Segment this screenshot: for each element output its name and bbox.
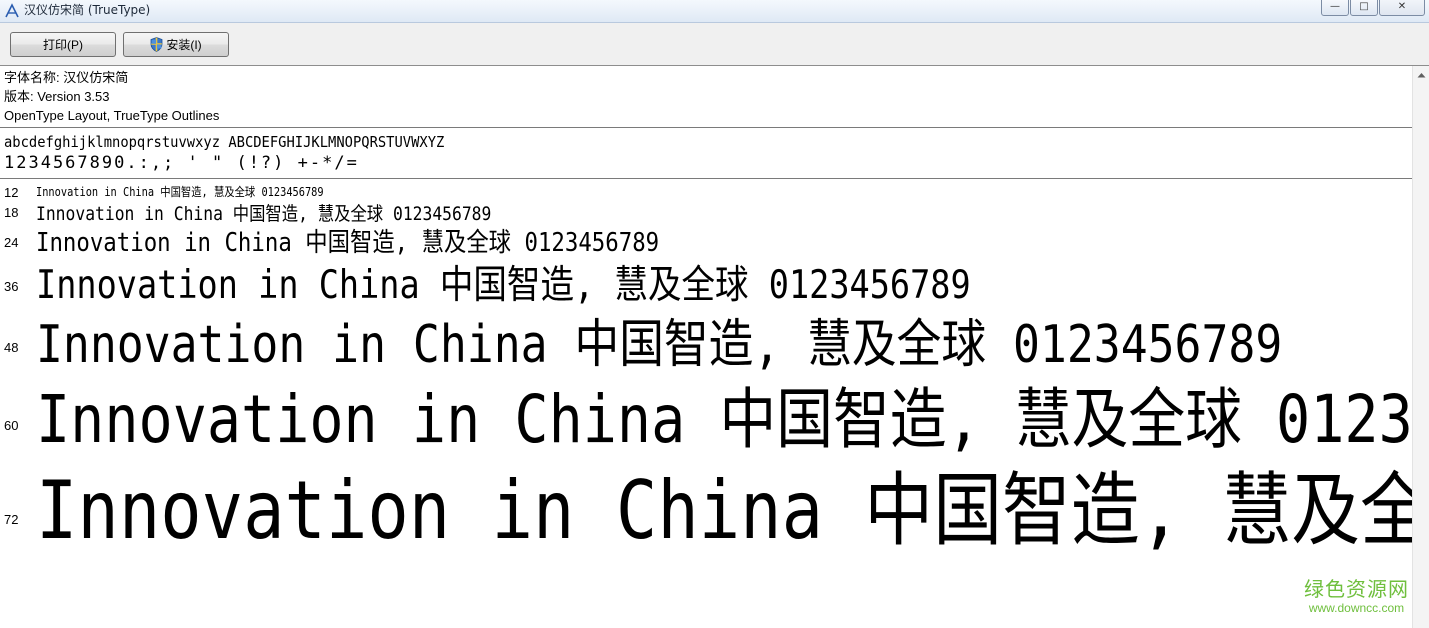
character-set: abcdefghijklmnopqrstuvwxyz ABCDEFGHIJKLM… bbox=[4, 132, 483, 174]
size-label: 72 bbox=[4, 512, 19, 527]
divider bbox=[0, 178, 1412, 179]
charset-letters: abcdefghijklmnopqrstuvwxyz ABCDEFGHIJKLM… bbox=[4, 133, 445, 151]
size-label: 60 bbox=[4, 418, 19, 433]
toolbar: 打印(P) 安装(I) bbox=[0, 23, 1429, 66]
font-preview-area: 字体名称: 汉仪仿宋简 版本: Version 3.53 OpenType La… bbox=[0, 66, 1412, 628]
sample-text: Innovation in China 中国智造, 慧及全球 012345678… bbox=[36, 185, 324, 199]
font-app-icon bbox=[5, 3, 19, 18]
charset-digits-punctuation: 1234567890.:,; ' " (!?) +-*/= bbox=[4, 153, 359, 173]
font-info: 字体名称: 汉仪仿宋简 版本: Version 3.53 OpenType La… bbox=[4, 68, 219, 125]
font-outline-line: OpenType Layout, TrueType Outlines bbox=[4, 108, 220, 123]
sample-row-18: 18 Innovation in China 中国智造, 慧及全球 012345… bbox=[0, 199, 1412, 225]
close-icon[interactable]: ✕ bbox=[1379, 0, 1425, 16]
minimize-icon[interactable]: — bbox=[1321, 0, 1349, 16]
print-button[interactable]: 打印(P) bbox=[10, 32, 116, 57]
title-bar[interactable]: 汉仪仿宋简 (TrueType) — □ ✕ bbox=[0, 0, 1429, 23]
font-version-line: 版本: Version 3.53 bbox=[4, 89, 110, 104]
sample-row-60: 60 Innovation in China 中国智造, 慧及全球 012345… bbox=[0, 366, 1412, 458]
sample-text: Innovation in China 中国智造, 慧及全球 012345678… bbox=[36, 464, 1412, 557]
sample-row-48: 48 Innovation in China 中国智造, 慧及全球 012345… bbox=[0, 302, 1412, 375]
site-watermark: 绿色资源网 www.downcc.com bbox=[1304, 577, 1409, 615]
sample-row-72: 72 Innovation in China 中国智造, 慧及全球 012345… bbox=[0, 446, 1412, 557]
vertical-scrollbar[interactable] bbox=[1412, 66, 1429, 628]
sample-row-12: 12 Innovation in China 中国智造, 慧及全球 012345… bbox=[0, 183, 1412, 200]
uac-shield-icon bbox=[150, 37, 163, 52]
size-label: 12 bbox=[4, 185, 19, 200]
sample-row-24: 24 Innovation in China 中国智造, 慧及全球 012345… bbox=[0, 222, 1412, 258]
size-label: 48 bbox=[4, 340, 19, 355]
font-name-line: 字体名称: 汉仪仿宋简 bbox=[4, 70, 129, 85]
watermark-url: www.downcc.com bbox=[1308, 601, 1405, 615]
install-button-label: 安装(I) bbox=[166, 38, 202, 52]
watermark-cn: 绿色资源网 bbox=[1304, 577, 1409, 601]
scroll-up-arrow-icon[interactable] bbox=[1413, 66, 1429, 83]
window-title: 汉仪仿宋简 (TrueType) bbox=[24, 3, 151, 17]
size-label: 36 bbox=[4, 279, 19, 294]
install-button[interactable]: 安装(I) bbox=[123, 32, 229, 57]
size-label: 24 bbox=[4, 235, 19, 250]
sample-row-36: 36 Innovation in China 中国智造, 慧及全球 012345… bbox=[0, 254, 1412, 308]
print-button-label: 打印(P) bbox=[43, 38, 83, 52]
divider bbox=[0, 127, 1412, 128]
window-controls: — □ ✕ bbox=[1320, 0, 1425, 16]
size-label: 18 bbox=[4, 205, 19, 220]
maximize-icon[interactable]: □ bbox=[1350, 0, 1378, 16]
